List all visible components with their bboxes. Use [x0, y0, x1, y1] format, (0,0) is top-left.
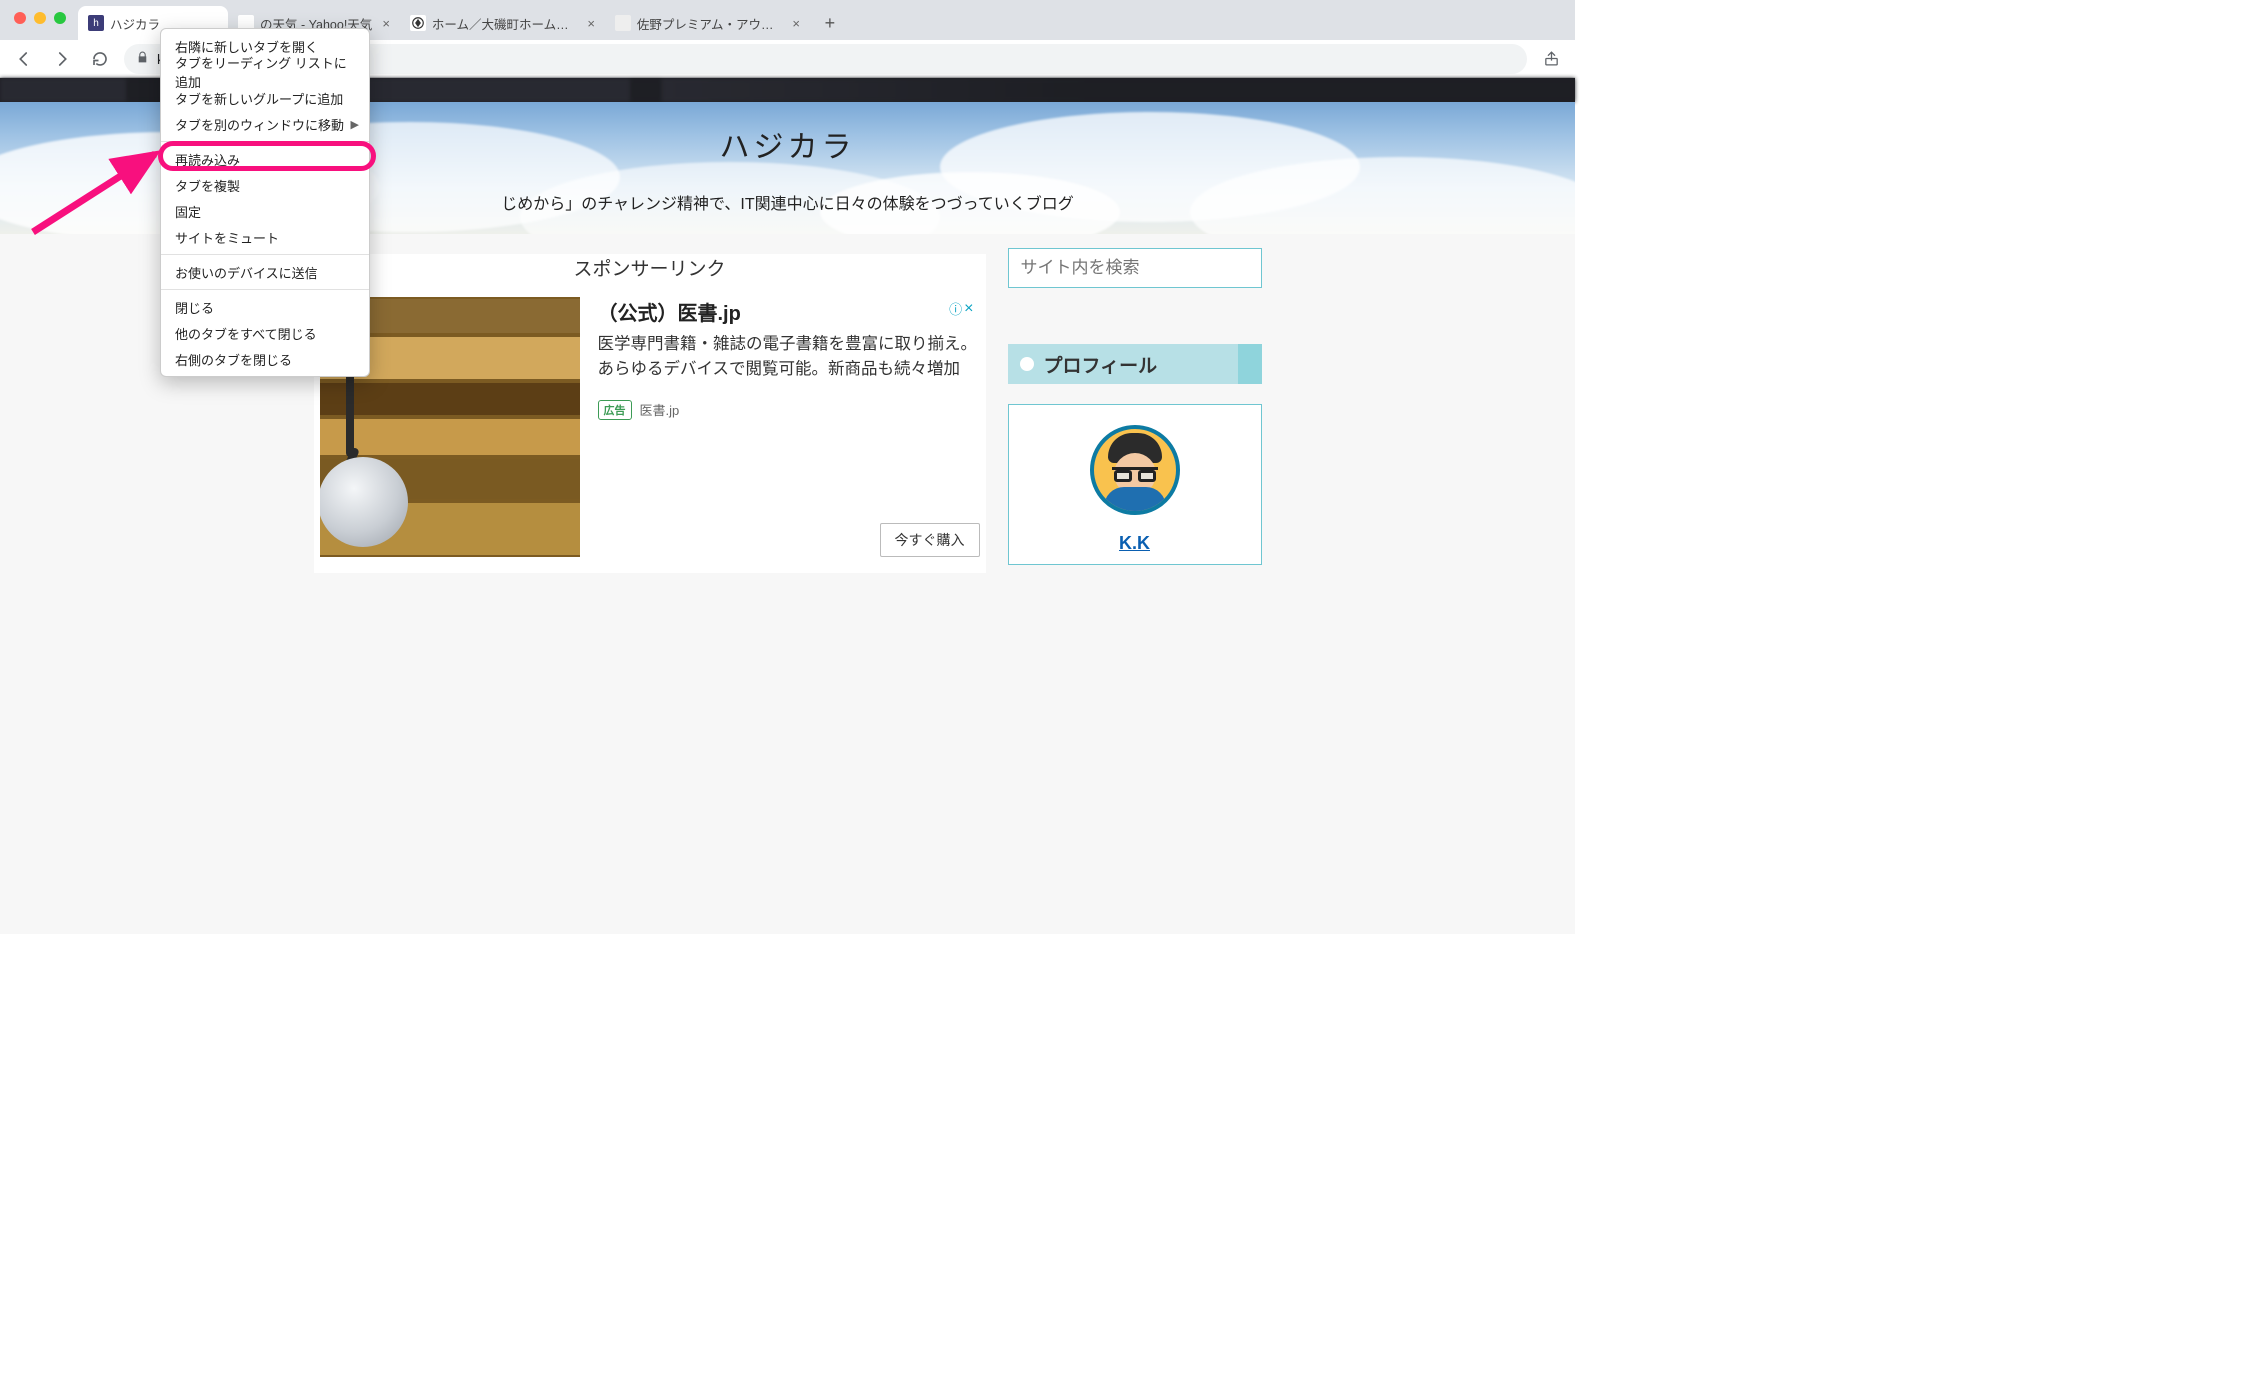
profile-heading: プロフィール [1008, 344, 1262, 384]
heading-decor [1238, 344, 1262, 384]
sponsor-ad: スポンサーリンク [314, 254, 986, 573]
favicon-icon [410, 15, 426, 31]
search-input[interactable] [1021, 258, 1249, 278]
share-button[interactable] [1537, 45, 1565, 73]
avatar [1090, 425, 1180, 515]
tab-2[interactable]: ホーム／大磯町ホームページ × [400, 6, 605, 40]
ad-title[interactable]: （公式）医書.jp [598, 297, 980, 326]
new-tab-button[interactable]: + [816, 9, 844, 37]
ctx-item[interactable]: 右側のタブを閉じる [161, 346, 369, 372]
back-button[interactable] [10, 45, 38, 73]
profile-name-link[interactable]: K.K [1119, 533, 1150, 554]
ctx-item[interactable]: 他のタブをすべて閉じる [161, 320, 369, 346]
tab-context-menu: 右隣に新しいタブを開くタブをリーディング リストに追加タブを新しいグループに追加… [160, 28, 370, 377]
ctx-item[interactable]: タブを複製 [161, 172, 369, 198]
tab-close-icon[interactable]: × [792, 16, 800, 31]
ad-badge: 広告 [598, 400, 632, 420]
ctx-item[interactable]: タブをリーディング リストに追加 [161, 59, 369, 85]
ad-info-icon[interactable]: ⓘ [949, 299, 962, 318]
separator [161, 141, 369, 142]
tab-title: ホーム／大磯町ホームページ [432, 14, 577, 33]
ctx-item[interactable]: タブを新しいグループに追加 [161, 85, 369, 111]
window-maximize-button[interactable] [54, 12, 66, 24]
favicon-icon [615, 15, 631, 31]
ctx-item[interactable]: 再読み込み [161, 146, 369, 172]
profile-card: K.K [1008, 404, 1262, 565]
reload-button[interactable] [86, 45, 114, 73]
site-subtitle: じめから」のチャレンジ精神で、IT関連中心に日々の体験をつづっていくブログ [481, 190, 1094, 214]
favicon-icon: h [88, 15, 104, 31]
tab-title: 佐野プレミアム・アウトレット - P [637, 14, 782, 33]
window-controls [14, 12, 66, 24]
site-title: ハジカラ [720, 122, 856, 166]
separator [161, 289, 369, 290]
ctx-item[interactable]: お使いのデバイスに送信 [161, 259, 369, 285]
tab-close-icon[interactable]: × [382, 16, 390, 31]
main-column: スポンサーリンク [314, 248, 986, 934]
ad-text: ⓘ × （公式）医書.jp 医学専門書籍・雑誌の電子書籍を豊富に取り揃え。あらゆ… [598, 297, 980, 557]
window-close-button[interactable] [14, 12, 26, 24]
ad-domain: 医書.jp [640, 400, 680, 419]
ad-cta-button[interactable]: 今すぐ購入 [880, 523, 980, 557]
tab-3[interactable]: 佐野プレミアム・アウトレット - P × [605, 6, 810, 40]
ad-info-controls: ⓘ × [949, 299, 973, 318]
ad-description: 医学専門書籍・雑誌の電子書籍を豊富に取り揃え。あらゆるデバイスで閲覧可能。新商品… [598, 332, 980, 382]
site-search[interactable] [1008, 248, 1262, 288]
bullet-icon [1020, 357, 1034, 371]
chevron-right-icon: ▶ [351, 118, 359, 131]
separator [161, 254, 369, 255]
window-minimize-button[interactable] [34, 12, 46, 24]
ctx-item[interactable]: 閉じる [161, 294, 369, 320]
sidebar: プロフィール K.K [1008, 248, 1262, 934]
profile-heading-label: プロフィール [1044, 351, 1158, 378]
lock-icon [136, 51, 149, 67]
ad-close-icon[interactable]: × [964, 300, 973, 318]
ctx-item[interactable]: タブを別のウィンドウに移動▶ [161, 111, 369, 137]
sponsor-label: スポンサーリンク [314, 254, 986, 281]
forward-button[interactable] [48, 45, 76, 73]
ctx-item[interactable]: 固定 [161, 198, 369, 224]
tab-close-icon[interactable]: × [587, 16, 595, 31]
ctx-item[interactable]: サイトをミュート [161, 224, 369, 250]
